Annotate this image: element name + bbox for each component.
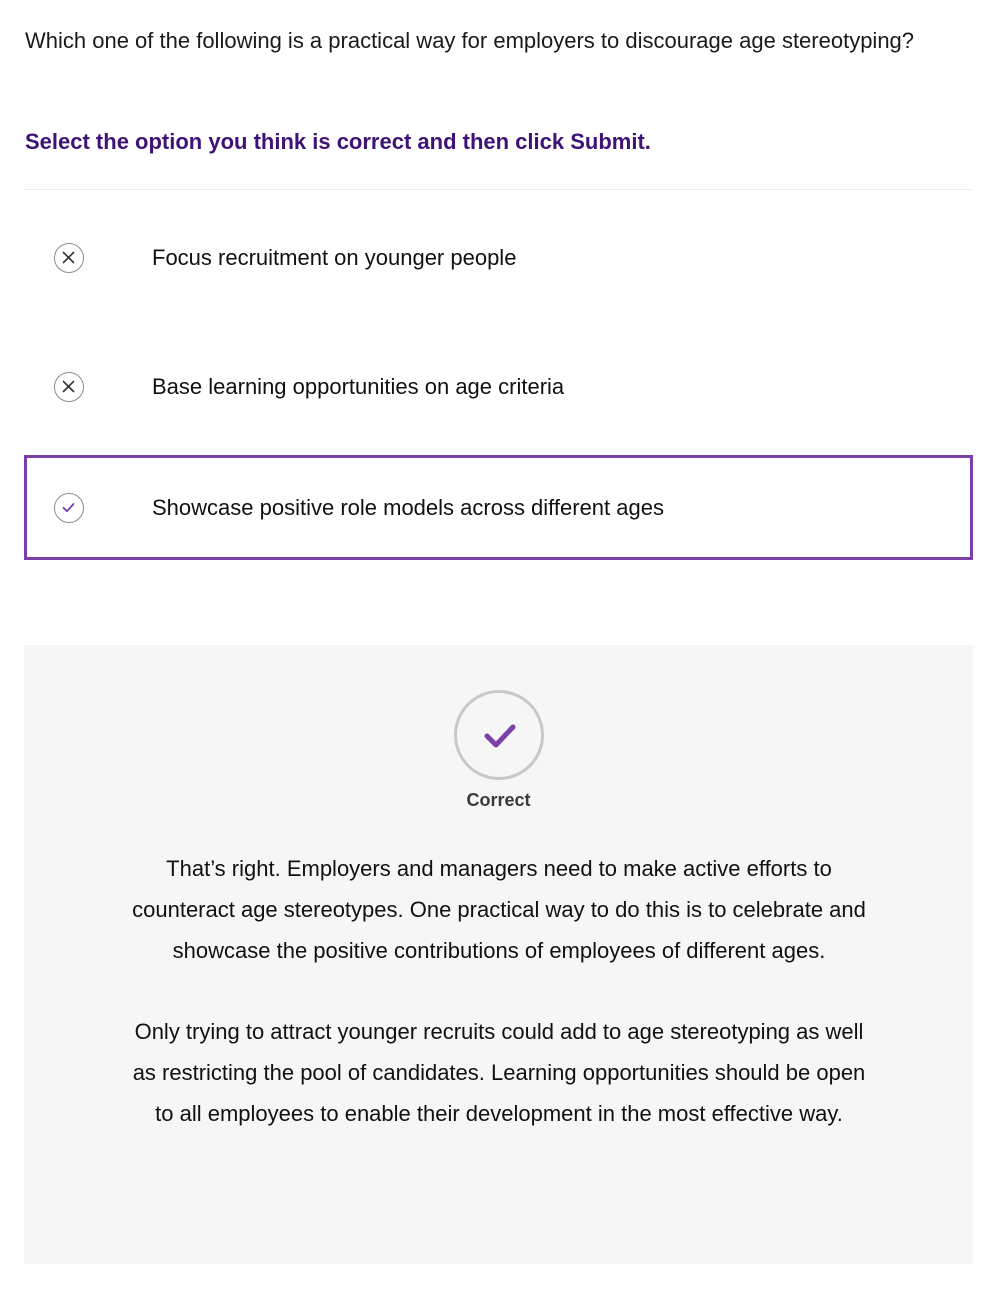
result-label: Correct: [466, 790, 531, 810]
feedback-paragraph: That’s right. Employers and managers nee…: [132, 856, 866, 963]
answer-option-label: Base learning opportunities on age crite…: [152, 373, 565, 399]
answer-option-3-selected[interactable]: Showcase positive role models across dif…: [24, 455, 973, 560]
cross-icon: [54, 242, 84, 273]
answer-option-label: Focus recruitment on younger people: [152, 244, 517, 270]
divider: [24, 189, 973, 190]
answer-option-label: Showcase positive role models across dif…: [152, 494, 664, 520]
instruction-text: Select the option you think is correct a…: [25, 129, 651, 154]
check-icon: [54, 492, 84, 523]
check-icon: [454, 690, 544, 780]
question-text: Which one of the following is a practica…: [25, 28, 915, 53]
feedback-paragraph: Only trying to attract younger recruits …: [132, 1019, 866, 1126]
cross-icon: [54, 371, 84, 402]
answer-option-1[interactable]: Focus recruitment on younger people: [24, 205, 973, 310]
feedback-explanation: That’s right. Employers and managers nee…: [129, 848, 869, 1134]
answer-option-2[interactable]: Base learning opportunities on age crite…: [24, 334, 973, 439]
feedback-panel: Correct That’s right. Employers and mana…: [24, 645, 973, 1264]
